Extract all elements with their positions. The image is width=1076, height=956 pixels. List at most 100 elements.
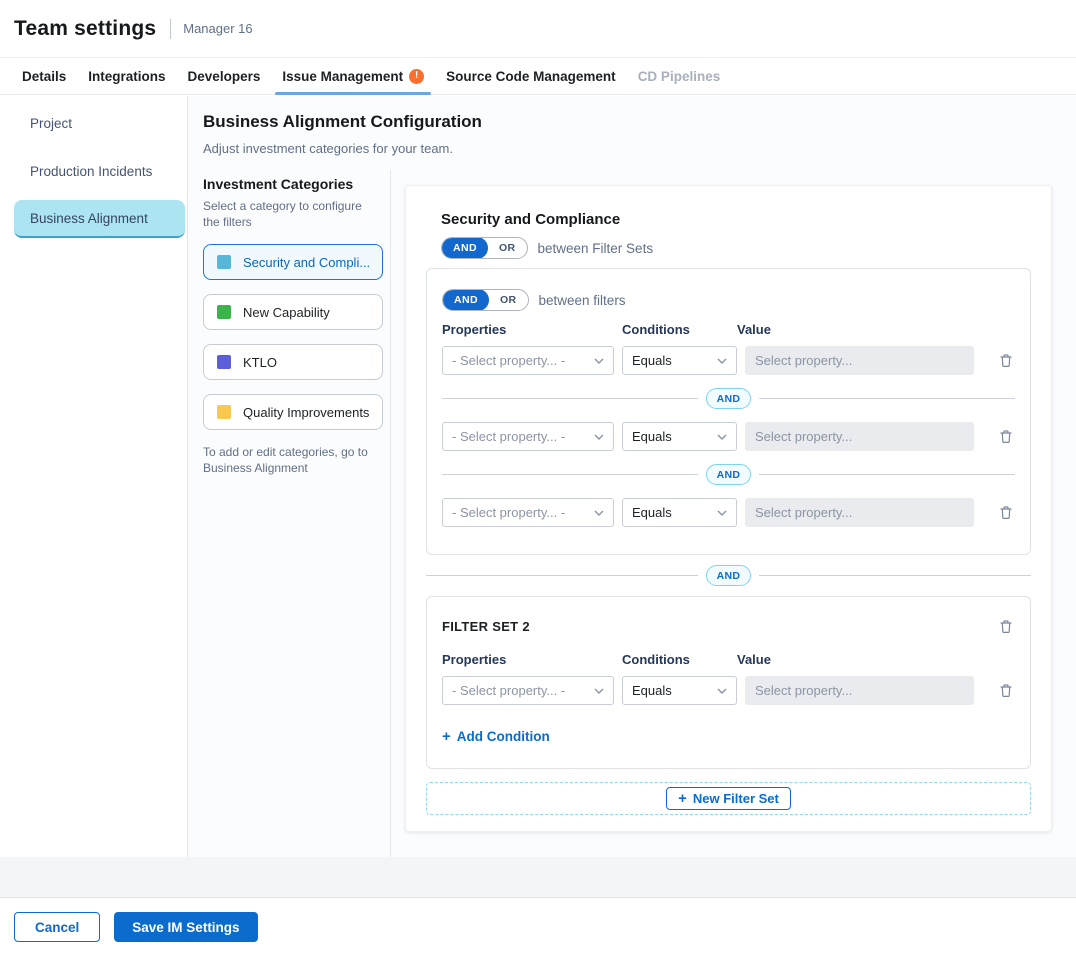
- investment-categories-panel: Investment Categories Select a category …: [188, 170, 391, 857]
- conditions-header: Conditions: [622, 652, 737, 667]
- content-area: Project Production Incidents Business Al…: [0, 96, 1076, 857]
- category-color-swatch: [217, 305, 231, 319]
- value-input[interactable]: [745, 676, 974, 705]
- chevron-down-icon: [717, 434, 727, 440]
- chevron-down-icon: [717, 358, 727, 364]
- categories-title: Investment Categories: [203, 176, 390, 192]
- settings-tabbar: Details Integrations Developers Issue Ma…: [0, 58, 1076, 95]
- header-divider: [170, 19, 171, 39]
- filter-set-2-header: FILTER SET 2: [442, 617, 1015, 636]
- categories-footnote: To add or edit categories, go to Busines…: [203, 444, 375, 476]
- trash-icon: [999, 683, 1013, 698]
- tab-cd-pipelines: CD Pipelines: [627, 58, 732, 94]
- property-select[interactable]: - Select property... -: [442, 498, 614, 527]
- trash-icon: [999, 353, 1013, 368]
- category-color-swatch: [217, 405, 231, 419]
- categories-hint: Select a category to configure the filte…: [203, 198, 371, 230]
- between-filters-label: between filters: [539, 293, 626, 308]
- delete-filter-set-button[interactable]: [997, 617, 1015, 636]
- trash-icon: [999, 505, 1013, 520]
- warning-icon: !: [409, 69, 424, 84]
- condition-select[interactable]: Equals: [622, 498, 737, 527]
- save-im-settings-button[interactable]: Save IM Settings: [114, 912, 257, 942]
- and-or-toggle-filter-sets[interactable]: AND OR: [441, 237, 528, 259]
- delete-filter-button[interactable]: [997, 503, 1015, 522]
- properties-header: Properties: [442, 652, 622, 667]
- column-headers: Properties Conditions Value: [442, 322, 1015, 337]
- settings-sidebar: Project Production Incidents Business Al…: [0, 96, 188, 857]
- condition-select[interactable]: Equals: [622, 676, 737, 705]
- plus-icon: +: [678, 791, 687, 806]
- chevron-down-icon: [717, 510, 727, 516]
- filter-connector: AND: [442, 388, 1015, 409]
- team-name-label: Manager 16: [183, 21, 252, 36]
- category-quality-improvements[interactable]: Quality Improvements: [203, 394, 383, 430]
- tab-integrations[interactable]: Integrations: [77, 58, 176, 94]
- new-filter-set-button[interactable]: + New Filter Set: [666, 787, 791, 810]
- property-select[interactable]: - Select property... -: [442, 346, 614, 375]
- cancel-button[interactable]: Cancel: [14, 912, 100, 942]
- filter-row: - Select property... - Equals: [442, 498, 1015, 527]
- category-ktlo[interactable]: KTLO: [203, 344, 383, 380]
- action-footer: Cancel Save IM Settings: [0, 898, 1076, 956]
- delete-filter-button[interactable]: [997, 427, 1015, 446]
- add-condition-button[interactable]: + Add Condition: [442, 729, 550, 744]
- or-option[interactable]: OR: [489, 289, 528, 311]
- value-input[interactable]: [745, 498, 974, 527]
- category-security-and-compliance[interactable]: Security and Compli...: [203, 244, 383, 280]
- value-input[interactable]: [745, 422, 974, 451]
- and-or-toggle-filters[interactable]: AND OR: [442, 289, 529, 311]
- new-filter-set-dropzone: + New Filter Set: [426, 782, 1031, 815]
- and-option[interactable]: AND: [443, 289, 489, 311]
- delete-filter-button[interactable]: [997, 681, 1015, 700]
- value-header: Value: [737, 652, 771, 667]
- filter-set-connector: AND: [426, 565, 1031, 586]
- bottom-spacer: [0, 857, 1076, 898]
- page-header: Team settings Manager 16: [0, 0, 1076, 58]
- filter-sets-operator-row: AND OR between Filter Sets: [441, 237, 1031, 259]
- section-title: Business Alignment Configuration: [203, 112, 482, 132]
- property-select[interactable]: - Select property... -: [442, 422, 614, 451]
- sidebar-item-project[interactable]: Project: [0, 104, 187, 142]
- and-option[interactable]: AND: [442, 237, 488, 259]
- chevron-down-icon: [594, 358, 604, 364]
- filter-configuration-card: Security and Compliance AND OR between F…: [405, 185, 1052, 832]
- category-new-capability[interactable]: New Capability: [203, 294, 383, 330]
- chevron-down-icon: [594, 688, 604, 694]
- filter-row: - Select property... - Equals: [442, 676, 1015, 705]
- value-input[interactable]: [745, 346, 974, 375]
- between-filter-sets-label: between Filter Sets: [538, 241, 654, 256]
- page-title: Team settings: [14, 17, 156, 41]
- trash-icon: [999, 619, 1013, 634]
- category-color-swatch: [217, 255, 231, 269]
- filter-set-2-title: FILTER SET 2: [442, 619, 530, 634]
- filter-row: - Select property... - Equals: [442, 422, 1015, 451]
- trash-icon: [999, 429, 1013, 444]
- properties-header: Properties: [442, 322, 622, 337]
- sidebar-item-production-incidents[interactable]: Production Incidents: [0, 152, 187, 190]
- category-color-swatch: [217, 355, 231, 369]
- property-select[interactable]: - Select property... -: [442, 676, 614, 705]
- and-connector-pill: AND: [706, 464, 752, 485]
- chevron-down-icon: [717, 688, 727, 694]
- plus-icon: +: [442, 729, 451, 744]
- selected-category-title: Security and Compliance: [441, 211, 1031, 228]
- section-subtitle: Adjust investment categories for your te…: [203, 141, 453, 156]
- condition-select[interactable]: Equals: [622, 346, 737, 375]
- filters-operator-row: AND OR between filters: [442, 289, 1015, 311]
- and-connector-pill: AND: [706, 388, 752, 409]
- team-settings-page: Team settings Manager 16 Details Integra…: [0, 0, 1076, 956]
- sidebar-item-business-alignment[interactable]: Business Alignment: [14, 200, 185, 238]
- tab-details[interactable]: Details: [11, 58, 77, 94]
- condition-select[interactable]: Equals: [622, 422, 737, 451]
- filter-set-2: FILTER SET 2 Properties Conditions Value…: [426, 596, 1031, 769]
- conditions-header: Conditions: [622, 322, 737, 337]
- value-header: Value: [737, 322, 771, 337]
- tab-source-code-management[interactable]: Source Code Management: [435, 58, 627, 94]
- tab-issue-management[interactable]: Issue Management !: [271, 58, 435, 94]
- tab-developers[interactable]: Developers: [177, 58, 272, 94]
- column-headers: Properties Conditions Value: [442, 652, 1015, 667]
- and-connector-pill: AND: [706, 565, 752, 586]
- delete-filter-button[interactable]: [997, 351, 1015, 370]
- or-option[interactable]: OR: [488, 237, 527, 259]
